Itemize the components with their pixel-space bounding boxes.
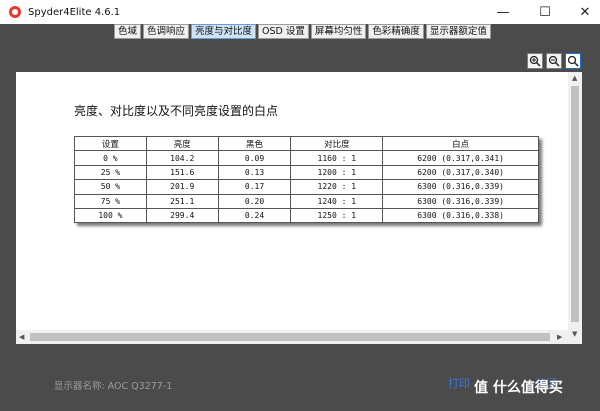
table-cell: 151.6 bbox=[145, 164, 219, 181]
column-header-setting: 设置 bbox=[74, 135, 147, 152]
table-cell: 6200 (0.317,0.341) bbox=[382, 150, 539, 166]
tab-gamut[interactable]: 色域 bbox=[114, 24, 142, 39]
table-row: 50 % 201.9 0.17 1220 : 1 6300 (0.316,0.3… bbox=[74, 179, 539, 195]
scroll-down-icon[interactable]: ▼ bbox=[572, 330, 577, 338]
table-cell: 0.20 bbox=[217, 193, 292, 209]
column-header-black: 黑色 bbox=[217, 135, 292, 152]
scroll-right-icon[interactable]: ▶ bbox=[557, 333, 562, 341]
table-cell: 251.1 bbox=[145, 193, 219, 209]
table-cell: 1240 : 1 bbox=[290, 193, 384, 209]
report-tabs: 色域 色调响应 亮度与对比度 OSD 设置 屏幕均匀性 色彩精确度 显示器额定值 bbox=[114, 24, 491, 39]
table-cell: 1200 : 1 bbox=[290, 164, 384, 181]
tab-color-accuracy[interactable]: 色彩精确度 bbox=[368, 24, 424, 39]
table-cell: 100 % bbox=[74, 207, 147, 224]
table-row: 100 % 299.4 0.24 1250 : 1 6300 (0.316,0.… bbox=[74, 207, 539, 224]
app-logo-icon bbox=[9, 6, 21, 18]
display-name-label: 显示器名称: AOC Q3277-1 bbox=[54, 381, 173, 392]
title-bar: Spyder4Elite 4.6.1 — ☐ ✕ bbox=[0, 0, 600, 24]
table-cell: 0.17 bbox=[217, 179, 292, 195]
table-cell: 299.4 bbox=[145, 207, 219, 224]
zoom-fit-icon[interactable] bbox=[565, 53, 581, 69]
column-header-contrast: 对比度 bbox=[290, 135, 384, 152]
app-window: Spyder4Elite 4.6.1 — ☐ ✕ 色域 色调响应 亮度与对比度 … bbox=[0, 0, 600, 411]
table-cell: 75 % bbox=[74, 193, 147, 209]
report-title: 亮度、对比度以及不同亮度设置的白点 bbox=[74, 104, 279, 118]
scroll-up-icon[interactable]: ▲ bbox=[572, 74, 577, 82]
vertical-scroll-thumb[interactable] bbox=[571, 86, 579, 322]
minimize-button[interactable]: — bbox=[488, 0, 518, 24]
table-cell: 0.24 bbox=[217, 207, 292, 224]
print-button[interactable]: 打印 bbox=[448, 374, 470, 394]
table-row: 75 % 251.1 0.20 1240 : 1 6300 (0.316,0.3… bbox=[74, 193, 539, 209]
tab-monitor-rating[interactable]: 显示器额定值 bbox=[425, 24, 491, 39]
table-cell: 25 % bbox=[74, 164, 147, 181]
table-cell: 6300 (0.316,0.339) bbox=[382, 193, 539, 209]
maximize-button[interactable]: ☐ bbox=[530, 0, 560, 24]
brightness-table: 设置 亮度 黑色 对比度 白点 0 % 104.2 0.09 1160 : 1 … bbox=[74, 135, 539, 224]
table-cell: 0 % bbox=[74, 150, 147, 166]
horizontal-scrollbar[interactable]: ◀ ▶ bbox=[16, 330, 568, 344]
table-cell: 6300 (0.316,0.338) bbox=[382, 207, 539, 224]
vertical-scrollbar[interactable]: ▲ ▼ bbox=[568, 72, 582, 344]
window-title: Spyder4Elite 4.6.1 bbox=[28, 6, 121, 18]
table-row: 0 % 104.2 0.09 1160 : 1 6200 (0.317,0.34… bbox=[74, 150, 539, 166]
tab-uniformity[interactable]: 屏幕均匀性 bbox=[310, 24, 367, 39]
horizontal-scroll-thumb[interactable] bbox=[30, 333, 550, 341]
table-cell: 1250 : 1 bbox=[290, 207, 384, 224]
table-cell: 6300 (0.316,0.339) bbox=[382, 179, 539, 195]
watermark: 值 什么值得买 bbox=[474, 380, 563, 396]
zoom-in-icon[interactable] bbox=[527, 53, 543, 69]
table-cell: 50 % bbox=[74, 179, 147, 195]
table-cell: 104.2 bbox=[145, 150, 219, 166]
tab-osd-settings[interactable]: OSD 设置 bbox=[258, 24, 309, 39]
table-cell: 0.13 bbox=[217, 164, 292, 181]
table-cell: 6200 (0.317,0.340) bbox=[382, 164, 539, 181]
tab-brightness-contrast[interactable]: 亮度与对比度 bbox=[191, 24, 257, 39]
column-header-white-point: 白点 bbox=[382, 135, 539, 152]
table-cell: 201.9 bbox=[145, 179, 219, 195]
column-header-brightness: 亮度 bbox=[145, 135, 219, 152]
table-header-row: 设置 亮度 黑色 对比度 白点 bbox=[74, 135, 539, 152]
table-row: 25 % 151.6 0.13 1200 : 1 6200 (0.317,0.3… bbox=[74, 164, 539, 181]
table-cell: 0.09 bbox=[217, 150, 292, 166]
scroll-left-icon[interactable]: ◀ bbox=[19, 333, 24, 341]
close-window-button[interactable]: ✕ bbox=[570, 0, 600, 24]
zoom-toolbar bbox=[527, 53, 581, 69]
table-cell: 1220 : 1 bbox=[290, 179, 384, 195]
tab-tone-response[interactable]: 色调响应 bbox=[143, 24, 190, 39]
zoom-out-icon[interactable] bbox=[546, 53, 562, 69]
table-cell: 1160 : 1 bbox=[290, 150, 384, 166]
